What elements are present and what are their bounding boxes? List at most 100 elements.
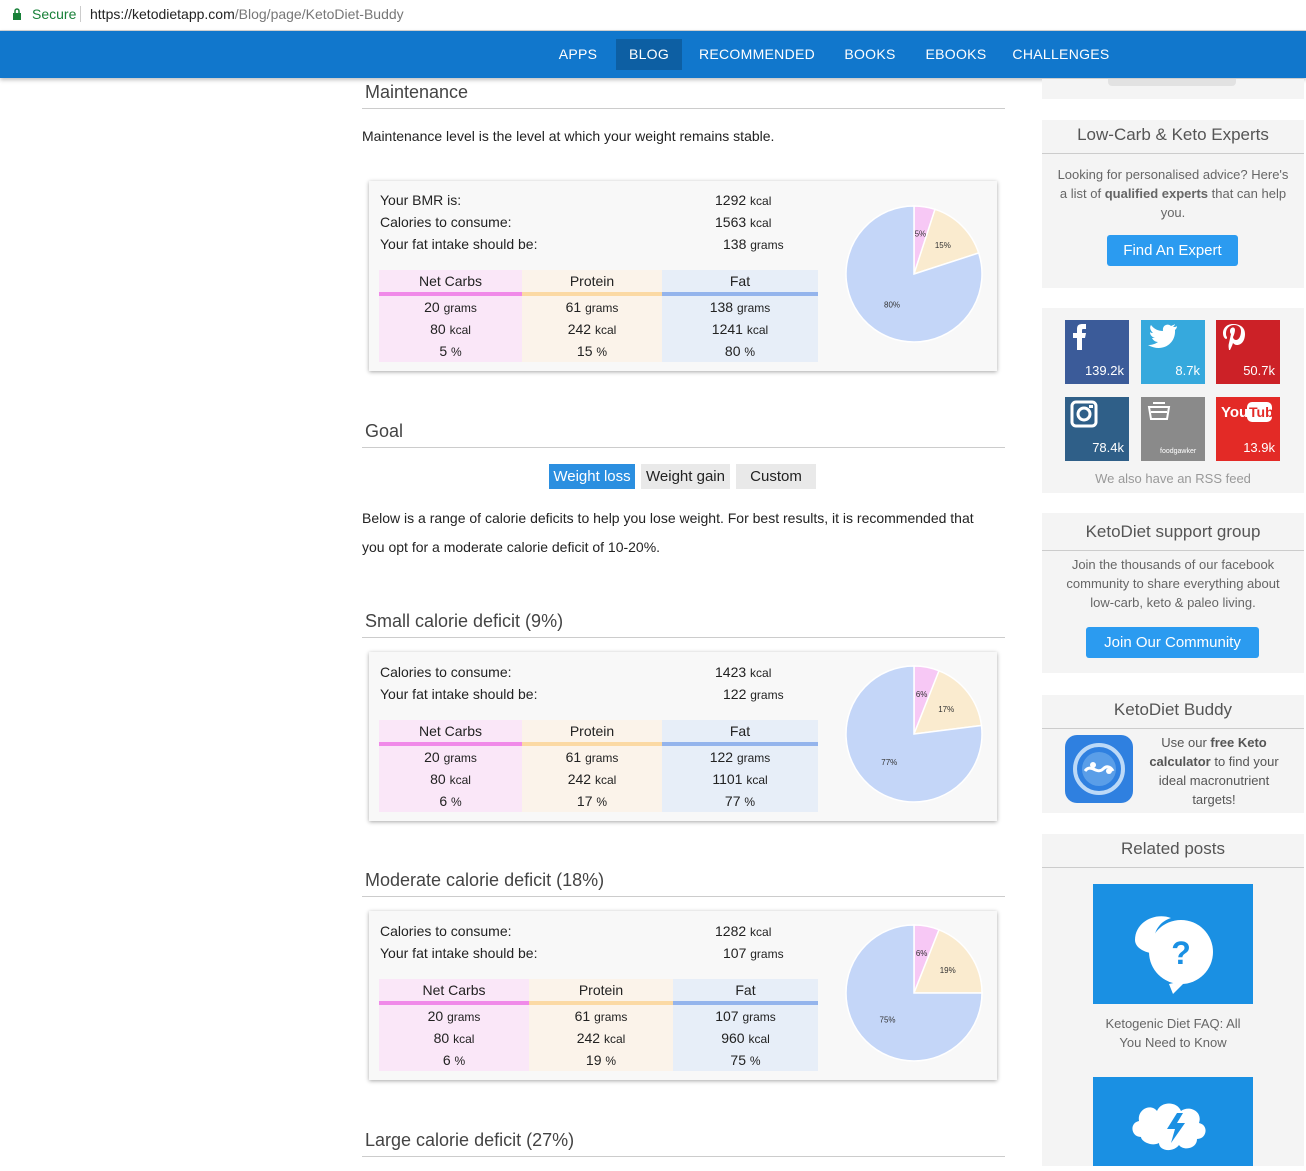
goal-description: Below is a range of calorie deficits to … (362, 510, 974, 555)
twitter-link[interactable]: 8.7k (1141, 320, 1205, 384)
protein-kcal: 242 kcal (567, 771, 617, 787)
experts-text: Looking for personalised advice? Here's … (1057, 167, 1289, 220)
nav-ebooks[interactable]: EBOOKS (920, 31, 992, 78)
foodgawker-label: foodgawker (1160, 448, 1197, 455)
svg-text:Tube: Tube (1249, 404, 1274, 420)
net-carbs-label: 6% (916, 690, 928, 699)
protein-label: 15% (935, 241, 951, 250)
foodgawker-icon (1147, 402, 1171, 420)
net-carbs-grams: 20 grams (424, 299, 477, 315)
protein-column: Protein 61 grams 242 kcal 17 % (522, 720, 662, 812)
protein-grams: 61 grams (565, 299, 619, 315)
calories-value: 1563 kcal (715, 214, 772, 230)
net-carbs-header: Net Carbs (379, 979, 529, 1005)
moderate-deficit-card: Calories to consume: 1282 kcal Your fat … (369, 911, 997, 1080)
maintenance-heading: Maintenance (362, 82, 1005, 109)
buddy-logo-icon (1073, 743, 1125, 795)
net-carbs-kcal: 80 kcal (433, 1030, 475, 1046)
weight-gain-button[interactable]: Weight gain (641, 464, 730, 489)
fat-pct: 75 % (730, 1052, 761, 1068)
small-deficit-heading: Small calorie deficit (9%) (362, 611, 1005, 638)
fat-column: Fat 138 grams 1241 kcal 80 % (662, 270, 818, 362)
net-carbs-column: Net Carbs 20 grams 80 kcal 6 % (379, 720, 522, 812)
fat-column: Fat 122 grams 1101 kcal 77 % (662, 720, 818, 812)
experts-widget: Low-Carb & Keto Experts Looking for pers… (1042, 120, 1304, 288)
nav-recommended[interactable]: RECOMMENDED (694, 31, 820, 78)
net-carbs-grams: 20 grams (427, 1008, 481, 1024)
secure-label: Secure (32, 6, 77, 22)
protein-label: 17% (938, 705, 954, 714)
twitter-count: 8.7k (1175, 363, 1200, 378)
facebook-link[interactable]: 139.2k (1065, 320, 1129, 384)
fat-label: 80% (884, 300, 900, 309)
fat-pct: 80 % (724, 343, 756, 359)
fat-grams: 138 grams (709, 299, 771, 315)
nav-apps[interactable]: APPS (552, 31, 604, 78)
fat-intake-value: 138 grams (723, 236, 784, 252)
protein-pct: 19 % (585, 1052, 617, 1068)
youtube-link[interactable]: YouTube 13.9k (1216, 397, 1280, 461)
related-post-faq-title[interactable]: Ketogenic Diet FAQ: All You Need to Know (1096, 1014, 1250, 1052)
nav-books[interactable]: BOOKS (838, 31, 902, 78)
protein-grams: 61 grams (574, 1008, 628, 1024)
foodgawker-link[interactable]: foodgawker (1141, 397, 1205, 461)
protein-column: Protein 61 grams 242 kcal 15 % (522, 270, 662, 362)
net-carbs-grams: 20 grams (424, 749, 477, 765)
top-navigation: APPS BLOG RECOMMENDED BOOKS EBOOKS CHALL… (0, 31, 1306, 78)
protein-header: Protein (529, 979, 673, 1005)
moderate-deficit-macro-pie-chart: 6% 19% 75% (845, 924, 983, 1062)
custom-button[interactable]: Custom (736, 464, 816, 489)
net-carbs-label: 6% (916, 949, 928, 958)
question-bubble-icon: ? (1135, 916, 1213, 994)
nav-blog[interactable]: BLOG (616, 39, 682, 70)
pinterest-link[interactable]: 50.7k (1216, 320, 1280, 384)
app-button-partial[interactable] (1108, 79, 1236, 86)
join-community-button[interactable]: Join Our Community (1086, 627, 1259, 658)
protein-pct: 15 % (576, 343, 608, 359)
fat-header: Fat (662, 720, 818, 746)
related-post-2-image[interactable] (1093, 1077, 1253, 1166)
fat-intake-label: Your fat intake should be: (380, 236, 538, 252)
net-carbs-pct: 6 % (442, 1052, 466, 1068)
buddy-widget: KetoDiet Buddy Use our free Keto calcula… (1042, 695, 1304, 813)
fat-label: 75% (880, 1015, 896, 1024)
protein-column: Protein 61 grams 242 kcal 19 % (529, 979, 673, 1071)
moderate-deficit-heading: Moderate calorie deficit (18%) (362, 870, 1005, 897)
net-carbs-column: Net Carbs 20 grams 80 kcal 6 % (379, 979, 529, 1071)
buddy-title: KetoDiet Buddy (1042, 700, 1304, 729)
lightning-brain-icon (1132, 1103, 1206, 1151)
net-carbs-pct: 6 % (439, 793, 462, 809)
support-text: Join the thousands of our facebook commu… (1066, 557, 1280, 610)
fat-header: Fat (673, 979, 818, 1005)
rss-link[interactable]: We also have an RSS feed (1056, 469, 1290, 488)
youtube-icon: YouTube (1221, 402, 1274, 422)
fat-intake-label: Your fat intake should be: (380, 945, 538, 961)
net-carbs-header: Net Carbs (379, 270, 522, 296)
pinterest-count: 50.7k (1243, 363, 1275, 378)
net-carbs-label: 5% (915, 230, 927, 239)
calories-label: Calories to consume: (380, 664, 512, 680)
large-deficit-heading: Large calorie deficit (27%) (362, 1130, 1005, 1157)
svg-text:?: ? (1171, 935, 1191, 971)
instagram-link[interactable]: 78.4k (1065, 397, 1129, 461)
fat-kcal: 1101 kcal (712, 771, 768, 787)
fat-grams: 107 grams (715, 1008, 776, 1024)
url-field[interactable]: https://ketodietapp.com/Blog/page/KetoDi… (90, 6, 404, 22)
lock-icon (13, 8, 21, 20)
ketodiet-buddy-app-icon[interactable] (1065, 735, 1133, 803)
support-title: KetoDiet support group (1042, 522, 1304, 551)
nav-challenges[interactable]: CHALLENGES (1008, 31, 1114, 78)
youtube-count: 13.9k (1243, 440, 1275, 455)
find-expert-button[interactable]: Find An Expert (1107, 235, 1238, 266)
protein-pct: 17 % (576, 793, 608, 809)
instagram-icon (1070, 400, 1098, 428)
related-post-faq-image[interactable]: ? (1093, 884, 1253, 1004)
fat-intake-value: 122 grams (723, 686, 784, 702)
facebook-icon (1073, 324, 1086, 350)
weight-loss-button[interactable]: Weight loss (549, 464, 635, 489)
support-widget: KetoDiet support group Join the thousand… (1042, 513, 1304, 673)
fat-kcal: 1241 kcal (711, 321, 769, 337)
protein-kcal: 242 kcal (567, 321, 617, 337)
calories-value: 1282 kcal (715, 923, 772, 939)
goal-heading: Goal (362, 421, 1005, 448)
